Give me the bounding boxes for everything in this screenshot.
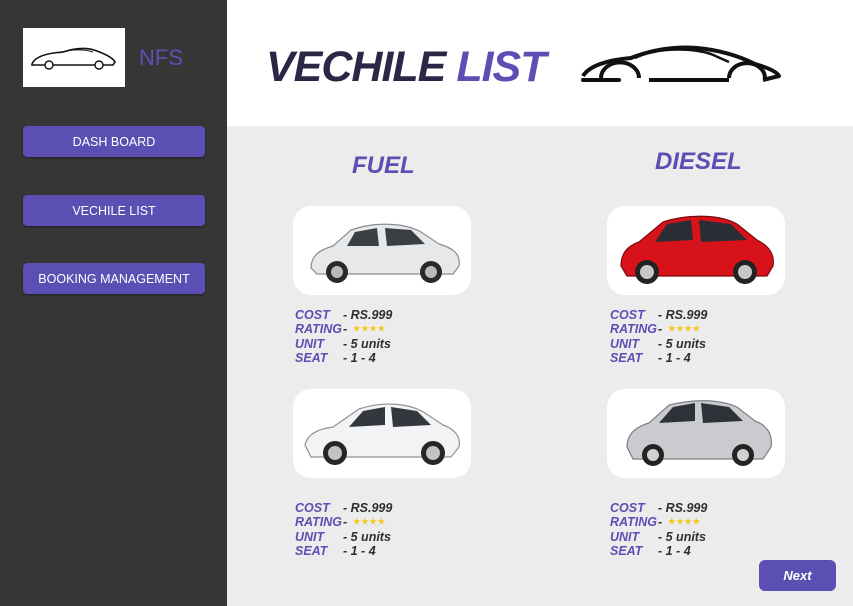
column-title-fuel: FUEL xyxy=(352,152,415,179)
rating-label: RATING xyxy=(610,322,657,337)
cost-label: COST xyxy=(295,308,330,322)
unit-value: - 5 units xyxy=(343,336,391,351)
rating-separator: - xyxy=(343,322,348,337)
column-title-diesel: DIESEL xyxy=(655,148,742,175)
cost-label: COST xyxy=(295,501,330,515)
cost-label: COST xyxy=(610,308,645,322)
unit-label: UNIT xyxy=(295,336,325,351)
cost-value: - RS.999 xyxy=(658,501,708,515)
seat-label: SEAT xyxy=(295,543,328,558)
rating-stars: ★★★★ xyxy=(668,517,701,527)
vehicle-image-card[interactable] xyxy=(607,389,785,478)
seat-label: SEAT xyxy=(610,350,643,365)
sports-car-logo-icon xyxy=(31,47,116,70)
sports-car-silhouette-icon xyxy=(581,45,781,82)
car-image xyxy=(310,223,460,283)
seat-value: - 1 - 4 xyxy=(658,543,691,558)
car-image xyxy=(304,403,460,465)
seat-value: - 1 - 4 xyxy=(658,350,691,365)
unit-label: UNIT xyxy=(295,529,325,544)
vehicle-image-card[interactable] xyxy=(607,206,785,295)
car-image xyxy=(626,400,772,466)
page-title-part2: LIST xyxy=(456,43,546,91)
unit-label: UNIT xyxy=(610,336,640,351)
vehicle-specs: COST - RS.999 RATING - ★★★★ UNIT - 5 units S… xyxy=(610,308,707,365)
sidebar-item-vehicle-list[interactable]: VECHILE LIST xyxy=(23,195,205,226)
unit-value: - 5 units xyxy=(343,529,391,544)
rating-stars: ★★★★ xyxy=(353,517,386,527)
logo xyxy=(23,28,125,87)
unit-label: UNIT xyxy=(610,529,640,544)
vehicle-image-card[interactable] xyxy=(293,206,471,295)
seat-label: SEAT xyxy=(295,350,328,365)
page-title: VECHILE LIST xyxy=(266,43,547,92)
cost-value: - RS.999 xyxy=(658,308,708,322)
vehicle-image-card[interactable] xyxy=(293,389,471,478)
next-button[interactable]: Next xyxy=(759,560,836,591)
rating-separator: - xyxy=(658,515,663,530)
vehicle-specs: COST - RS.999 RATING - ★★★★ UNIT - 5 units S… xyxy=(295,308,392,365)
rating-stars: ★★★★ xyxy=(668,324,701,334)
cost-value: - RS.999 xyxy=(343,308,393,322)
vehicle-specs: COST - RS.999 RATING - ★★★★ UNIT - 5 units S… xyxy=(610,501,707,558)
cost-value: - RS.999 xyxy=(343,501,393,515)
seat-value: - 1 - 4 xyxy=(343,543,376,558)
rating-stars: ★★★★ xyxy=(353,324,386,334)
rating-separator: - xyxy=(658,322,663,337)
page-title-part1: VECHILE xyxy=(266,43,446,91)
rating-label: RATING xyxy=(295,322,342,337)
sidebar: NFS DASH BOARD VECHILE LIST BOOKING MANA… xyxy=(0,0,227,606)
unit-value: - 5 units xyxy=(658,529,706,544)
seat-value: - 1 - 4 xyxy=(343,350,376,365)
sidebar-item-dashboard[interactable]: DASH BOARD xyxy=(23,126,205,157)
rating-label: RATING xyxy=(610,515,657,530)
cost-label: COST xyxy=(610,501,645,515)
car-image xyxy=(620,215,774,284)
brand-name: NFS xyxy=(139,45,183,70)
rating-label: RATING xyxy=(295,515,342,530)
rating-separator: - xyxy=(343,515,348,530)
unit-value: - 5 units xyxy=(658,336,706,351)
sidebar-item-booking-management[interactable]: BOOKING MANAGEMENT xyxy=(23,263,205,294)
vehicle-specs: COST - RS.999 RATING - ★★★★ UNIT - 5 units S… xyxy=(295,501,392,558)
seat-label: SEAT xyxy=(610,543,643,558)
page-header: VECHILE LIST xyxy=(227,0,853,126)
